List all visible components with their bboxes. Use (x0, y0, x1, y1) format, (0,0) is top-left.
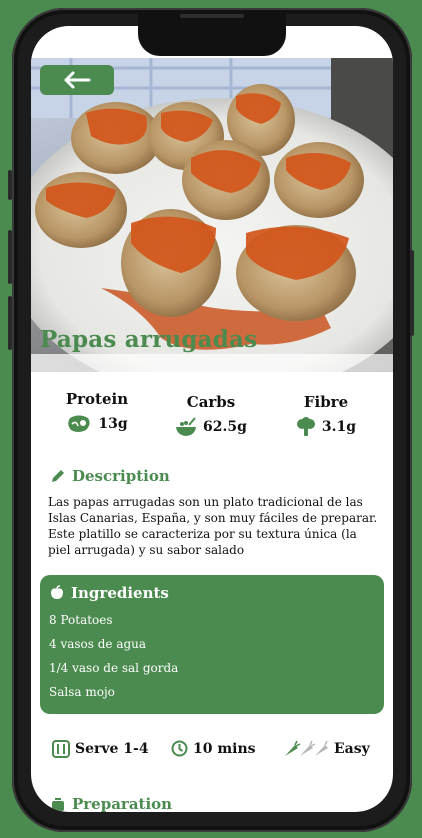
preparation-heading: Preparation (50, 795, 172, 812)
nutrition-carbs: Carbs 62.5g (156, 393, 266, 437)
nutrition-label: Carbs (186, 393, 236, 411)
nutrition-label: Protein (65, 390, 129, 408)
preparation-heading-label: Preparation (72, 795, 173, 812)
phone-volume-down (8, 296, 12, 350)
ingredient-item: 8 Potatoes (49, 613, 113, 627)
nutrition-protein: Protein 13g (42, 390, 152, 434)
app-screen: Papas arrugadas Protein 13g Carbs 62.5g … (31, 26, 393, 812)
phone-volume-up (8, 230, 12, 284)
apple-icon (51, 585, 63, 599)
plate-cutlery-icon (52, 740, 70, 758)
recipe-photo (31, 58, 393, 372)
nutrition-value: 3.1g (321, 419, 357, 435)
ingredients-card: Ingredients 8 Potatoes 4 vasos de agua 1… (40, 575, 384, 714)
arrow-left-icon (64, 71, 91, 89)
recipe-title: Papas arrugadas (40, 326, 258, 353)
time-info: 10 mins (171, 740, 256, 757)
nutrition-label: Fibre (303, 393, 349, 411)
phone-side-button (8, 170, 12, 200)
difficulty-label: Easy (334, 741, 370, 757)
nutrition-value: 13g (98, 416, 128, 432)
speaker-grille (180, 14, 244, 18)
phone-power-button (410, 250, 414, 336)
description-text: Las papas arrugadas son un plato tradici… (48, 495, 378, 557)
ingredients-heading-label: Ingredients (71, 584, 169, 602)
pencil-icon (52, 470, 64, 482)
difficulty-info: Easy (283, 740, 370, 758)
serves-info: Serve 1-4 (52, 740, 149, 758)
serves-label: Serve 1-4 (75, 741, 149, 757)
cooking-pot-icon (52, 798, 64, 811)
steak-icon (68, 415, 90, 432)
carrot-icon (285, 740, 328, 756)
ingredient-item: Salsa mojo (49, 685, 115, 699)
time-label: 10 mins (193, 740, 256, 757)
ingredient-item: 4 vasos de agua (49, 637, 147, 651)
description-heading: Description (50, 467, 170, 485)
title-overlay (31, 354, 393, 372)
ingredients-heading: Ingredients (49, 584, 169, 602)
nutrition-fibre: Fibre 3.1g (271, 393, 381, 437)
ingredient-item: 1/4 vaso de sal gorda (49, 661, 179, 675)
bowl-icon (176, 417, 197, 436)
description-heading-label: Description (72, 467, 170, 485)
back-button[interactable] (40, 65, 114, 95)
clock-icon (171, 740, 188, 757)
broccoli-icon (296, 417, 315, 436)
nutrition-value: 62.5g (203, 419, 247, 435)
